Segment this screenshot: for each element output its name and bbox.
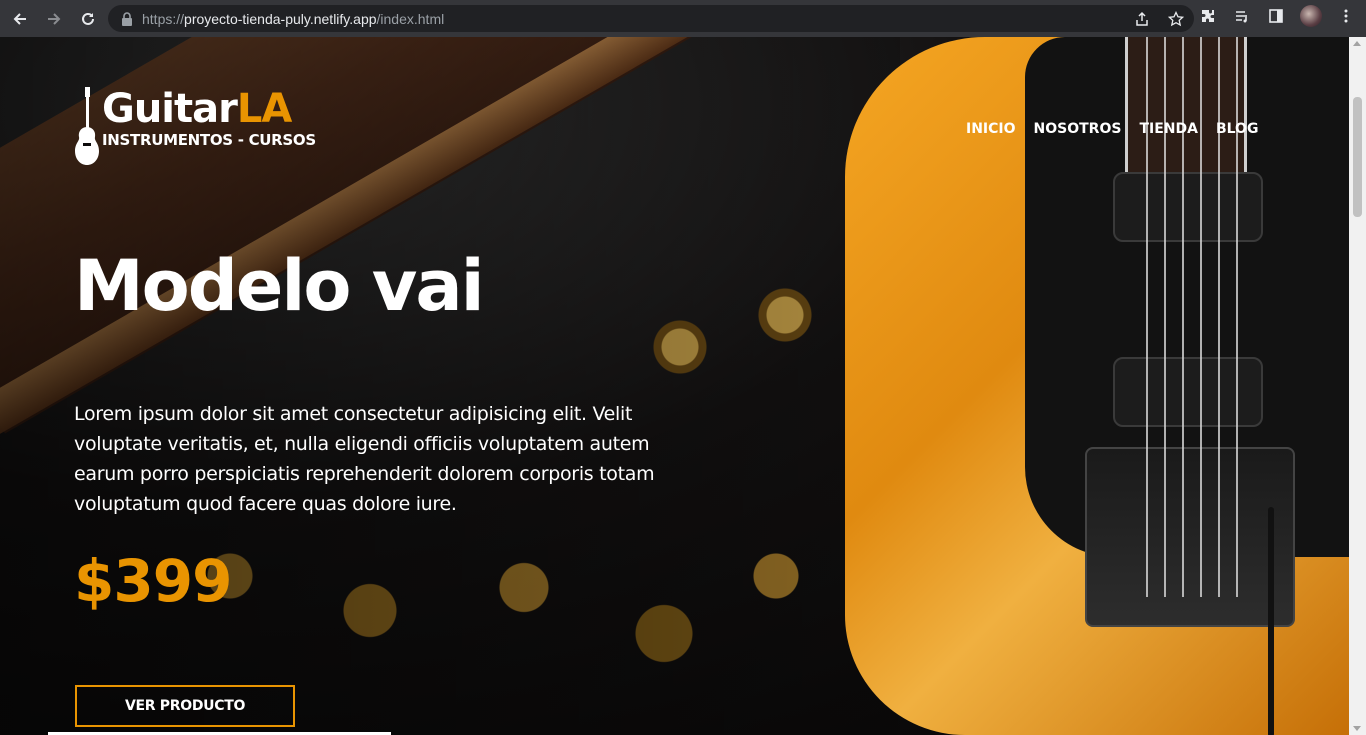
logo-wordmark: GuitarLA: [102, 87, 316, 131]
share-icon[interactable]: [1132, 9, 1152, 29]
hero-price: $399: [74, 547, 232, 615]
extensions-icon[interactable]: [1198, 6, 1218, 26]
hero-description: Lorem ipsum dolor sit amet consectetur a…: [74, 403, 655, 515]
back-icon[interactable]: [6, 5, 34, 33]
lock-icon[interactable]: [120, 11, 134, 26]
more-menu-icon[interactable]: [1336, 6, 1356, 26]
url-host: proyecto-tienda-puly.netlify.app: [184, 10, 377, 27]
scroll-up-arrow-icon[interactable]: [1353, 41, 1361, 46]
logo-accent-text: LA: [236, 86, 292, 132]
guitar-logo-icon: [75, 87, 99, 165]
nav-link-tienda[interactable]: TIENDA: [1139, 121, 1198, 137]
scrollbar-thumb[interactable]: [1353, 97, 1362, 217]
nav-link-nosotros[interactable]: NOSOTROS: [1034, 121, 1122, 137]
page-viewport: GuitarLA INSTRUMENTOS - CURSOS INICIO NO…: [0, 37, 1366, 735]
side-panel-icon[interactable]: [1266, 6, 1286, 26]
hero-title: Modelo vai: [74, 245, 485, 327]
nav-link-inicio[interactable]: INICIO: [966, 121, 1016, 137]
bookmark-star-icon[interactable]: [1166, 9, 1186, 29]
view-product-button[interactable]: VER PRODUCTO: [75, 685, 295, 727]
tremolo-arm-image: [1268, 507, 1274, 735]
logo-tagline: INSTRUMENTOS - CURSOS: [102, 131, 316, 149]
main-navigation: INICIO NOSOTROS TIENDA BLOG: [966, 121, 1258, 137]
address-bar[interactable]: https://proyecto-tienda-puly.netlify.app…: [108, 5, 1194, 32]
url-text[interactable]: https://proyecto-tienda-puly.netlify.app…: [142, 11, 444, 27]
forward-icon[interactable]: [40, 5, 68, 33]
site-logo[interactable]: GuitarLA INSTRUMENTOS - CURSOS: [74, 87, 316, 167]
url-scheme: https://: [142, 10, 185, 27]
reload-icon[interactable]: [74, 5, 102, 33]
nav-link-blog[interactable]: BLOG: [1216, 121, 1259, 137]
scroll-down-arrow-icon[interactable]: [1353, 726, 1361, 731]
page-scrollbar[interactable]: [1349, 37, 1366, 735]
url-path: /index.html: [376, 10, 445, 27]
browser-toolbar: https://proyecto-tienda-puly.netlify.app…: [0, 0, 1366, 37]
media-queue-icon[interactable]: [1232, 6, 1252, 26]
profile-avatar[interactable]: [1300, 5, 1322, 27]
logo-main-text: Guitar: [102, 86, 238, 132]
